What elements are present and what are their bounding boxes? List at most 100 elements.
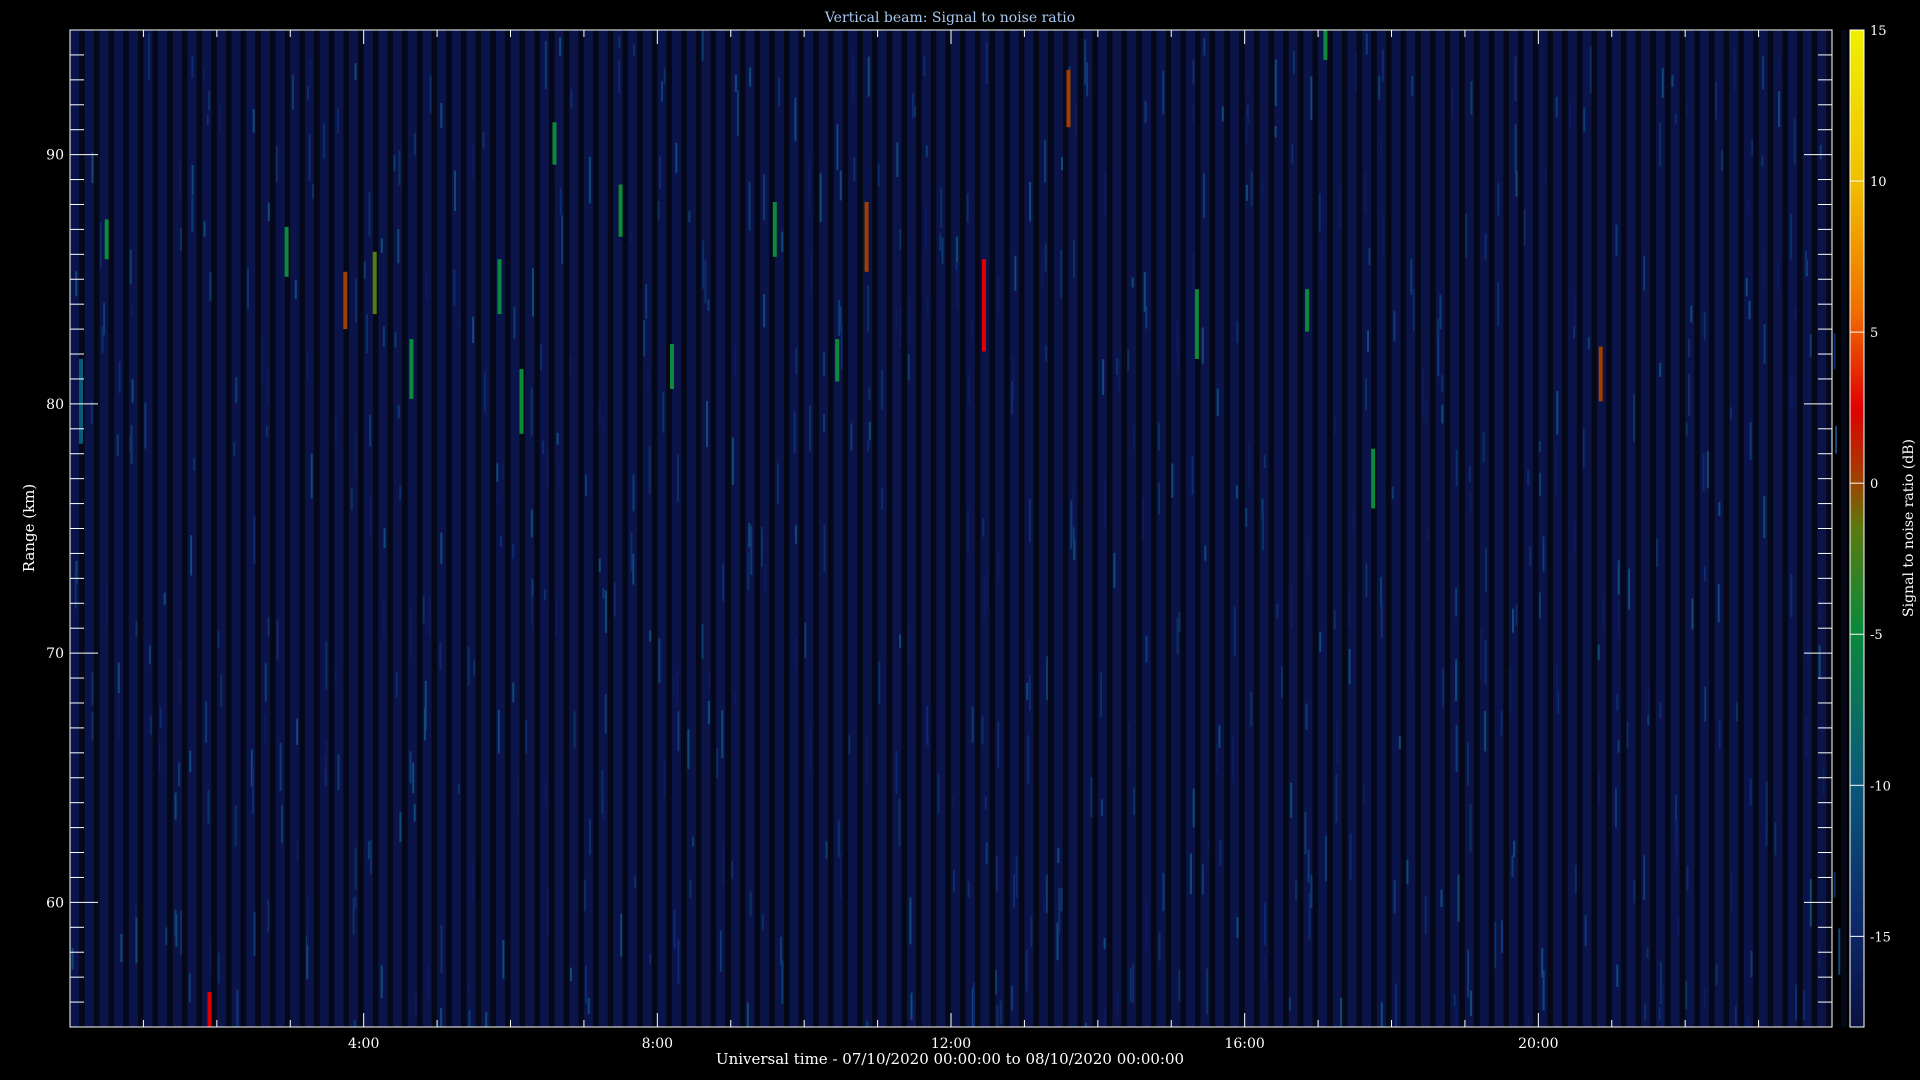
- noise-streak: [1688, 373, 1691, 416]
- noise-streak: [399, 812, 402, 842]
- noise-streak: [734, 692, 737, 706]
- noise-streak: [1675, 794, 1677, 822]
- noise-streak: [1538, 592, 1541, 619]
- noise-streak: [1589, 46, 1592, 94]
- x-axis-label: Universal time - 07/10/2020 00:00:00 to …: [716, 1050, 1184, 1068]
- noise-streak: [1411, 640, 1414, 674]
- noise-streak: [967, 373, 970, 405]
- noise-streak: [1310, 875, 1313, 909]
- noise-streak: [174, 792, 177, 820]
- echo-streak: [552, 122, 557, 165]
- noise-streak: [632, 44, 635, 56]
- noise-streak: [1363, 782, 1365, 805]
- noise-streak: [896, 142, 899, 177]
- noise-streak: [1718, 502, 1721, 516]
- noise-streak: [1203, 38, 1206, 56]
- noise-streak: [912, 92, 914, 119]
- time-gap: [446, 30, 452, 1027]
- noise-streak: [1281, 666, 1283, 698]
- noise-streak: [1542, 970, 1545, 1011]
- noise-streak: [1704, 988, 1706, 1007]
- time-gap: [1606, 30, 1612, 1027]
- time-gap: [137, 30, 144, 1027]
- noise-streak: [819, 173, 822, 222]
- noise-streak: [1598, 772, 1601, 806]
- noise-streak: [1084, 39, 1087, 85]
- noise-streak: [1073, 239, 1075, 278]
- noise-streak: [397, 229, 400, 264]
- noise-streak: [868, 387, 871, 400]
- time-gap: [930, 30, 937, 1027]
- noise-streak: [1029, 181, 1032, 222]
- noise-streak: [337, 754, 340, 791]
- noise-streak: [410, 609, 412, 658]
- noise-streak: [363, 261, 366, 279]
- noise-streak: [997, 275, 1000, 315]
- noise-streak: [501, 464, 504, 480]
- noise-streak: [1647, 686, 1650, 718]
- noise-streak: [956, 262, 959, 309]
- noise-streak: [247, 267, 249, 310]
- noise-streak: [1045, 345, 1048, 362]
- noise-streak: [984, 796, 987, 810]
- noise-streak: [120, 933, 123, 963]
- noise-streak: [1306, 538, 1309, 574]
- noise-streak: [1072, 481, 1075, 529]
- noise-streak: [472, 144, 474, 179]
- noise-streak: [1457, 874, 1460, 922]
- time-gap: [1062, 30, 1069, 1027]
- noise-streak: [1274, 59, 1277, 107]
- noise-streak: [1465, 213, 1468, 258]
- noise-streak: [202, 66, 205, 83]
- noise-streak: [1818, 944, 1821, 969]
- noise-streak: [867, 440, 870, 452]
- noise-streak: [485, 1012, 488, 1027]
- noise-streak: [1157, 423, 1160, 451]
- noise-streak: [1307, 849, 1310, 884]
- time-gap: [358, 30, 364, 1027]
- noise-streak: [1333, 609, 1336, 630]
- noise-streak: [1207, 839, 1210, 851]
- noise-streak: [1011, 381, 1013, 415]
- noise-streak: [1626, 721, 1629, 749]
- noise-streak: [997, 551, 1000, 583]
- noise-streak: [179, 660, 182, 706]
- noise-streak: [763, 294, 766, 328]
- noise-streak: [1542, 536, 1545, 572]
- noise-streak: [1015, 855, 1018, 898]
- noise-streak: [382, 601, 385, 638]
- time-gap: [1518, 30, 1524, 1027]
- noise-streak: [355, 278, 357, 323]
- noise-streak: [1717, 583, 1720, 623]
- time-gap: [534, 30, 540, 1027]
- noise-streak: [1497, 282, 1500, 327]
- noise-streak: [532, 268, 534, 317]
- colorbar: 15 10 5 0 -5 -10 -15 Signal to noise ratio (dB…: [1849, 24, 1917, 1028]
- noise-streak: [1235, 485, 1238, 499]
- noise-streak: [1145, 305, 1148, 329]
- noise-streak: [1245, 184, 1248, 201]
- noise-streak: [1090, 777, 1093, 818]
- noise-streak: [485, 365, 488, 416]
- noise-streak: [1765, 823, 1768, 846]
- noise-streak: [648, 445, 651, 495]
- noise-streak: [546, 888, 549, 935]
- noise-streak: [1116, 992, 1119, 1018]
- time-gap: [1591, 30, 1598, 1027]
- time-gap: [1679, 30, 1686, 1027]
- noise-streak: [1426, 530, 1429, 541]
- time-gap: [886, 30, 893, 1027]
- time-gap: [1180, 30, 1186, 1027]
- noise-streak: [1809, 334, 1812, 357]
- noise-streak: [1751, 139, 1754, 155]
- noise-streak: [1746, 1016, 1749, 1027]
- noise-streak: [1380, 598, 1383, 638]
- noise-streak: [676, 454, 679, 502]
- noise-streak: [1656, 538, 1658, 567]
- noise-streak: [369, 495, 372, 538]
- noise-streak: [1484, 547, 1487, 592]
- echo-streak: [284, 226, 289, 277]
- noise-streak: [380, 965, 383, 999]
- noise-streak: [1013, 873, 1015, 908]
- noise-streak: [1057, 847, 1060, 863]
